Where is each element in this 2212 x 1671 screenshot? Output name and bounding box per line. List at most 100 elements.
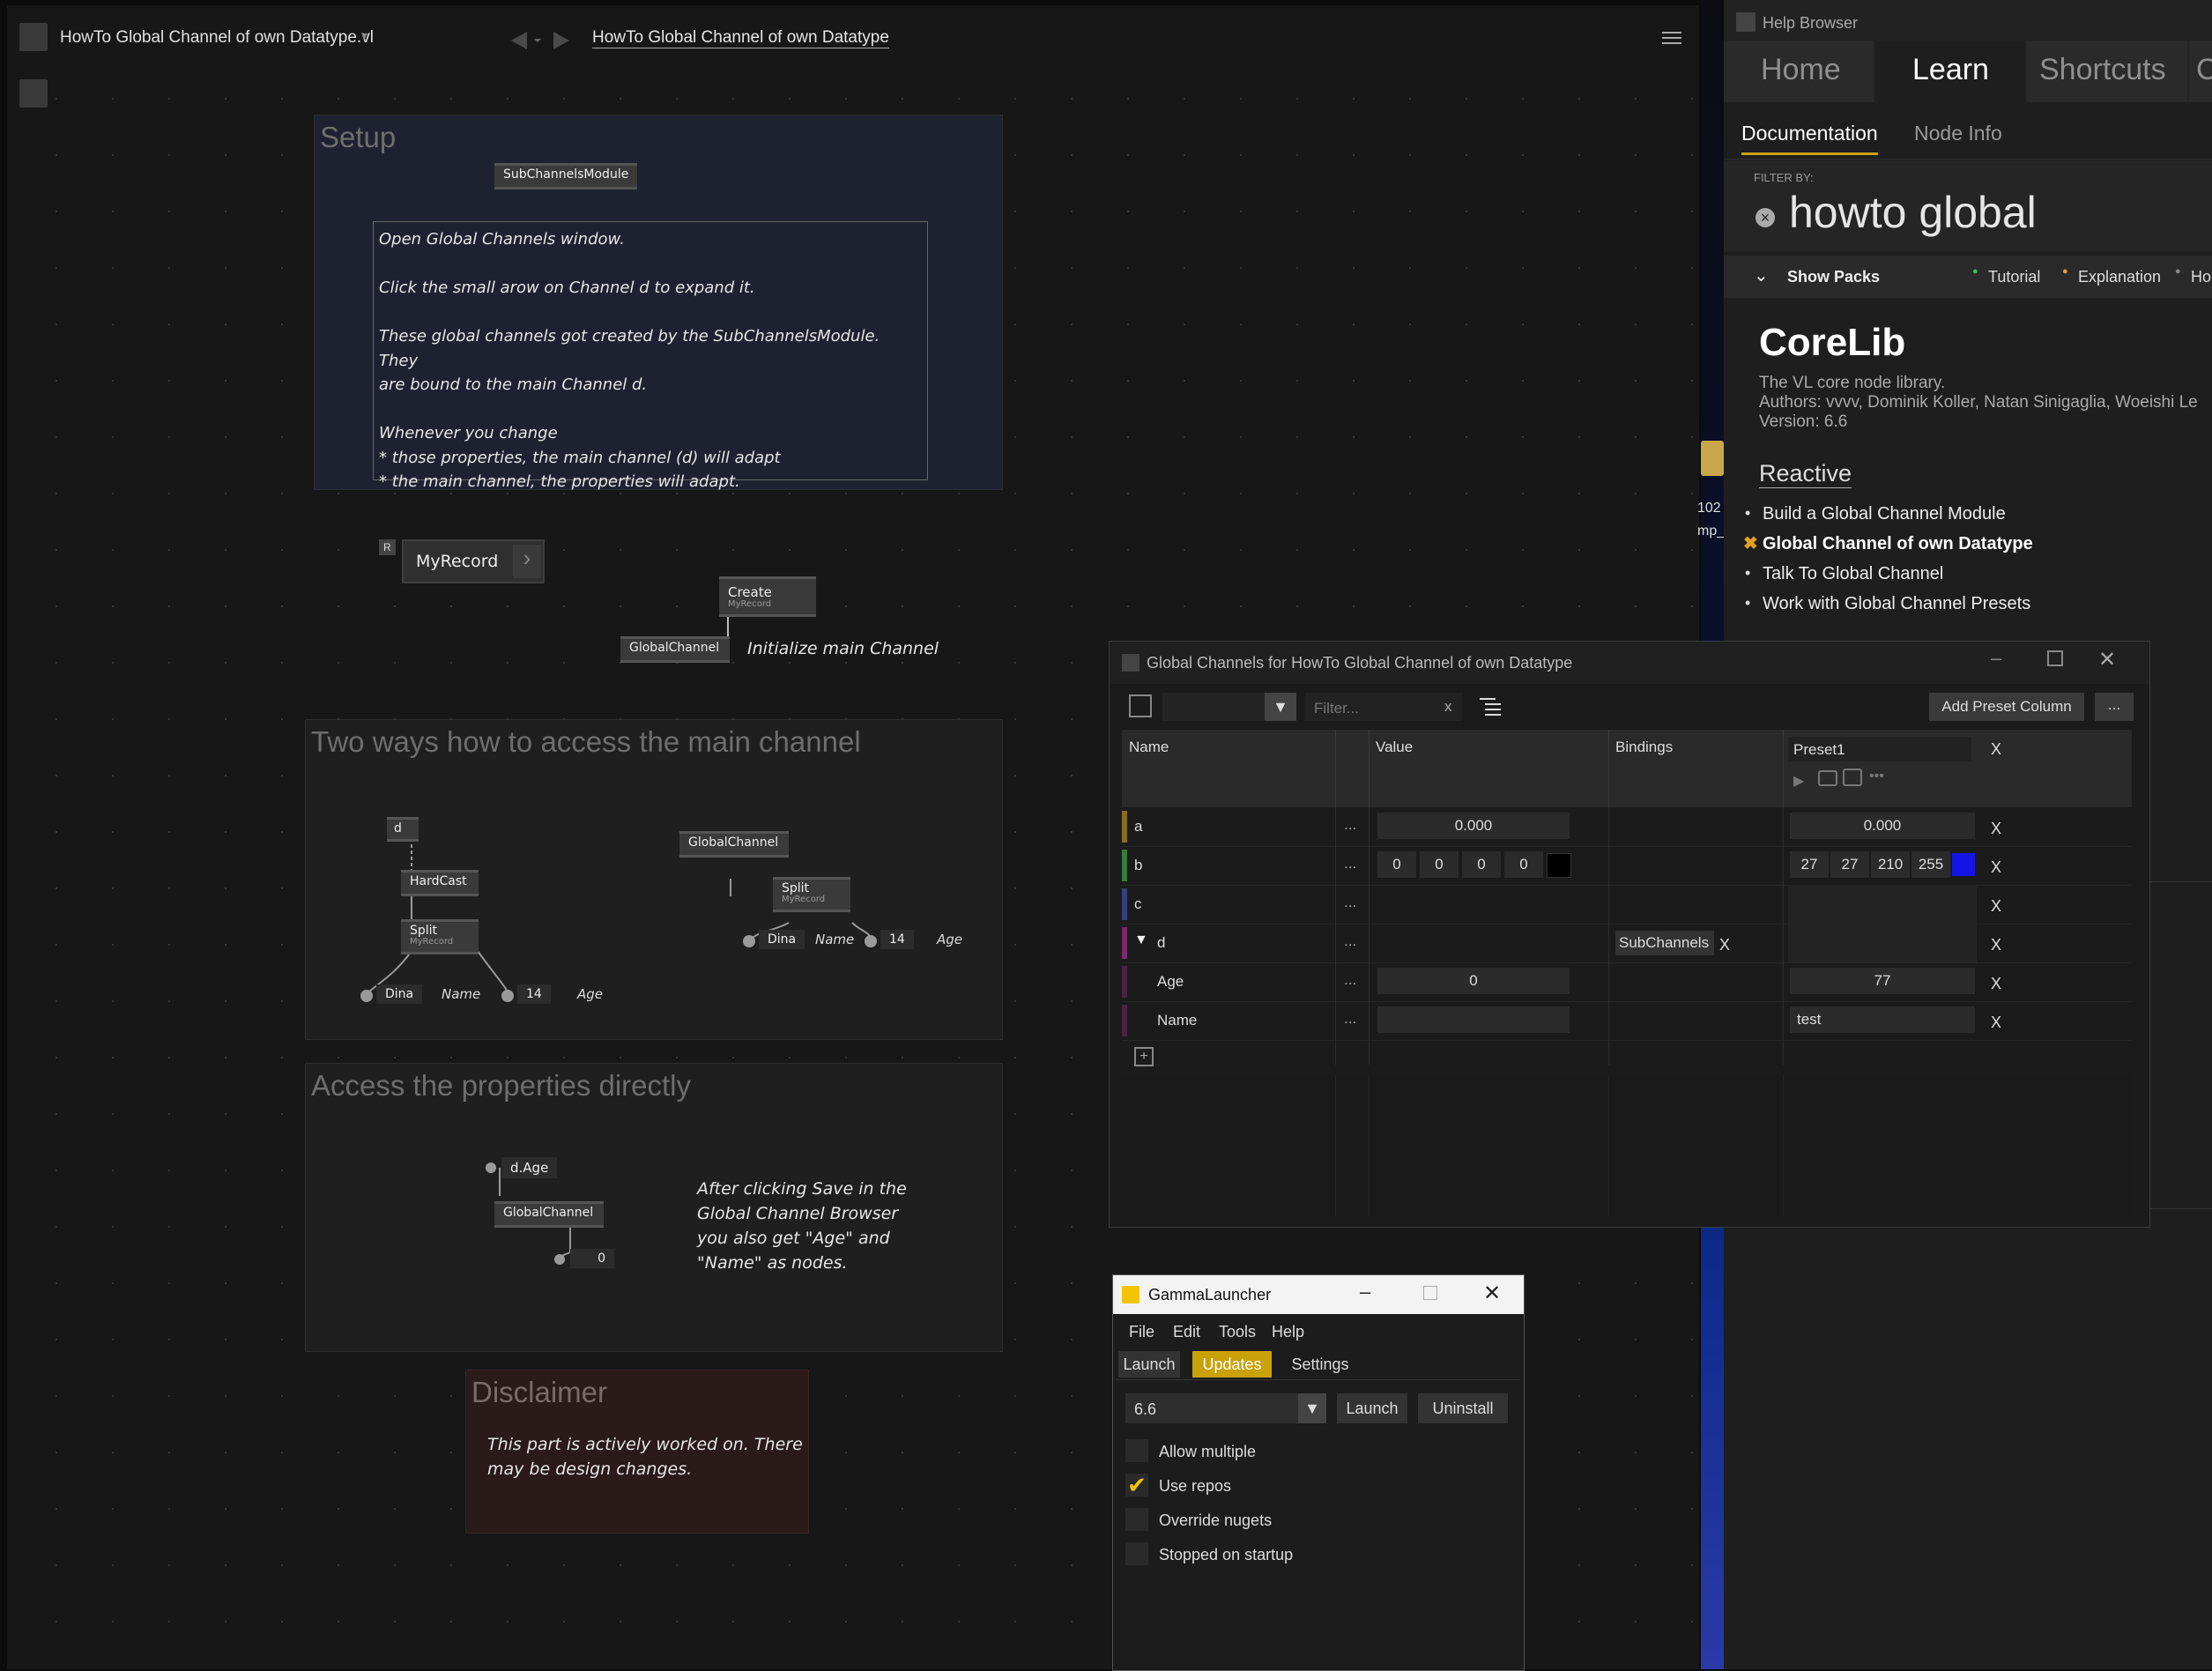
subtab-documentation[interactable]: Documentation [1741, 122, 1878, 155]
expand-triangle-icon[interactable]: ▼ [1134, 932, 1148, 948]
preset-value-field[interactable]: 77 [1790, 968, 1975, 994]
subtab-node-info[interactable]: Node Info [1914, 122, 2002, 145]
tab-settings[interactable]: Settings [1280, 1351, 1360, 1378]
preset-value-field[interactable]: 0.000 [1790, 813, 1975, 839]
override-nugets-checkbox[interactable] [1125, 1508, 1148, 1531]
preset-color-b[interactable]: 210 [1871, 851, 1910, 878]
add-preset-column-button[interactable]: Add Preset Column [1929, 693, 2084, 721]
comment-initialize[interactable]: Initialize main Channel [747, 636, 939, 661]
uninstall-button[interactable]: Uninstall [1418, 1393, 1508, 1423]
remove-preset-column[interactable]: X [1991, 740, 2001, 759]
node-d-age[interactable]: d.Age [501, 1157, 558, 1178]
maximize-icon[interactable] [2047, 650, 2063, 666]
tab-shortcuts[interactable]: Shortcuts [2027, 41, 2187, 102]
clear-preset-value[interactable]: X [1991, 936, 2001, 954]
close-icon[interactable]: ✕ [2098, 647, 2116, 672]
color-a-field[interactable]: 0 [1504, 851, 1543, 878]
channel-menu[interactable]: ... [1344, 1010, 1356, 1028]
remove-binding[interactable]: X [1719, 936, 1730, 954]
node-globalchannel-direct[interactable]: GlobalChannel [494, 1201, 604, 1228]
menu-file[interactable]: File [1129, 1323, 1154, 1341]
channel-menu[interactable]: ... [1344, 894, 1356, 911]
channel-menu[interactable]: ... [1344, 855, 1356, 873]
help-item-presets[interactable]: Work with Global Channel Presets [1763, 594, 2030, 614]
section-reactive[interactable]: Reactive [1759, 460, 1852, 488]
node-split[interactable]: Split MyRecord [401, 919, 479, 954]
stopped-on-startup-checkbox[interactable] [1125, 1542, 1148, 1565]
document-dropdown-icon[interactable]: ▾ [361, 28, 367, 43]
tab-home[interactable]: Home [1724, 41, 1874, 102]
filter-input[interactable]: Filter... x [1305, 693, 1462, 721]
output-pin[interactable] [360, 990, 373, 1002]
preset-color-g[interactable]: 27 [1830, 851, 1869, 878]
folder-icon[interactable] [1701, 441, 1724, 476]
preset-cell[interactable] [1788, 885, 1977, 924]
preset-name-input[interactable]: Preset1 [1788, 737, 1971, 761]
more-dots-icon[interactable]: ••• [1869, 769, 1884, 784]
preset-value-field[interactable]: test [1790, 1006, 1975, 1033]
dropdown-arrow-icon[interactable]: ▼ [1298, 1393, 1326, 1423]
channel-menu[interactable]: ... [1344, 971, 1356, 989]
use-repos-checkbox[interactable]: ✔ [1125, 1474, 1148, 1496]
help-item-build-module[interactable]: Build a Global Channel Module [1763, 504, 2006, 524]
add-snapshot-icon[interactable] [1843, 769, 1862, 786]
help-item-own-datatype[interactable]: Global Channel of own Datatype [1763, 534, 2033, 554]
clear-filter-icon[interactable]: × [1755, 208, 1775, 227]
binding-chip[interactable]: SubChannels [1615, 931, 1714, 955]
expand-chevron-icon[interactable]: › [513, 545, 541, 578]
version-select[interactable]: 6.6 ▼ [1125, 1393, 1326, 1423]
preset-cell[interactable] [1788, 924, 1977, 962]
channel-menu[interactable]: ... [1344, 816, 1356, 834]
tab-learn[interactable]: Learn [1875, 41, 2025, 102]
node-d[interactable]: d [387, 817, 419, 842]
document-icon[interactable] [19, 23, 48, 51]
color-r-field[interactable]: 0 [1377, 851, 1416, 878]
comment-disclaimer[interactable]: This part is actively worked on. There m… [487, 1432, 803, 1482]
tab-more[interactable]: C [2189, 41, 2212, 102]
preset-color-swatch[interactable] [1952, 853, 1975, 876]
clear-preset-value[interactable]: X [1991, 1014, 2001, 1032]
breadcrumb[interactable]: HowTo Global Channel of own Datatype [592, 28, 889, 48]
more-options-button[interactable]: ... [2095, 693, 2134, 721]
channel-menu[interactable]: ... [1344, 932, 1356, 950]
menu-tools[interactable]: Tools [1219, 1323, 1256, 1341]
tree-view-icon[interactable] [1480, 696, 1503, 717]
table-row[interactable]: Name ... test X [1122, 1001, 2132, 1041]
node-split-2[interactable]: Split MyRecord [773, 877, 850, 912]
iobox-name[interactable]: Dina [376, 984, 423, 1004]
clear-preset-value[interactable]: X [1991, 820, 2001, 838]
minimize-icon[interactable]: – [1991, 647, 2001, 670]
node-create[interactable]: Create MyRecord [719, 576, 816, 617]
help-item-talk-to-channel[interactable]: Talk To Global Channel [1763, 564, 1943, 584]
table-row[interactable]: b ... 0 0 0 0 27 27 210 255 X [1122, 846, 2132, 886]
clear-filter-icon[interactable]: x [1444, 698, 1452, 716]
table-row[interactable]: ▼ d ... SubChannels X X [1122, 924, 2132, 963]
clear-preset-value[interactable]: X [1991, 897, 2001, 916]
preset-dropdown[interactable]: ▼ [1162, 693, 1296, 721]
launch-button[interactable]: Launch [1337, 1393, 1407, 1423]
comment-setup[interactable]: Open Global Channels window. Click the s… [373, 221, 928, 491]
output-pin[interactable] [743, 935, 755, 947]
output-pin[interactable] [865, 935, 877, 947]
allow-multiple-checkbox[interactable] [1125, 1439, 1148, 1462]
iobox-name-2[interactable]: Dina [759, 930, 805, 949]
menu-edit[interactable]: Edit [1173, 1323, 1200, 1341]
color-b-field[interactable]: 0 [1462, 851, 1501, 878]
tab-launch[interactable]: Launch [1118, 1351, 1180, 1378]
patch-explorer-toggle[interactable] [19, 79, 48, 108]
table-row[interactable]: a ... 0.000 0.000 X [1122, 807, 2132, 847]
iobox-age[interactable]: 14 [517, 984, 551, 1004]
close-icon[interactable]: ✕ [1483, 1281, 1501, 1306]
output-pin[interactable] [501, 990, 514, 1002]
clear-preset-value[interactable]: X [1991, 975, 2001, 993]
play-icon[interactable]: ▶ [1793, 772, 1804, 790]
node-subchannelsmodule[interactable]: SubChannelsModule [494, 163, 638, 189]
add-channel-icon[interactable]: + [1134, 1047, 1154, 1066]
dropdown-arrow-icon[interactable]: ▼ [1265, 693, 1296, 721]
iobox-age-value[interactable]: 0 [570, 1249, 614, 1268]
node-globalchannel-init[interactable]: GlobalChannel [620, 636, 730, 663]
hamburger-menu-icon[interactable] [1662, 30, 1681, 46]
preset-color-r[interactable]: 27 [1790, 851, 1829, 878]
comment-save-hint[interactable]: After clicking Save in the Global Channe… [697, 1177, 907, 1275]
sidebar-toggle-icon[interactable] [1129, 694, 1152, 717]
